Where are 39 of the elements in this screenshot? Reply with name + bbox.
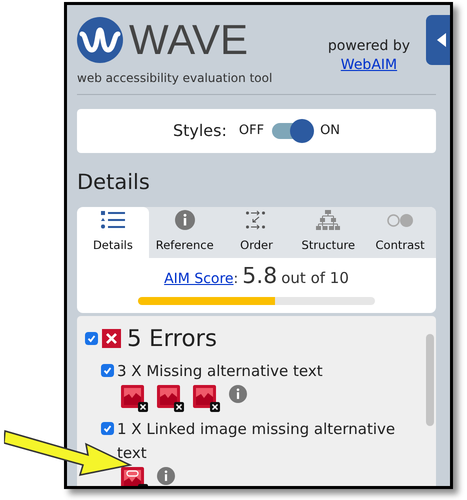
list-icon <box>100 211 125 230</box>
broken-image-icon[interactable] <box>121 384 148 412</box>
aim-score-value: 5.8 <box>242 262 278 290</box>
score-separator: : <box>234 270 238 288</box>
info-icon <box>174 210 195 230</box>
scrollbar[interactable] <box>426 334 434 426</box>
info-icon[interactable] <box>157 466 175 484</box>
item-checkbox[interactable] <box>101 422 114 434</box>
order-arrows-icon <box>245 209 268 232</box>
broken-image-icon[interactable] <box>157 384 184 412</box>
error-x-icon <box>102 329 121 348</box>
tab[interactable]: Details <box>77 206 149 258</box>
app-tagline: web accessibility evaluation tool <box>77 70 272 87</box>
left-triangle-icon <box>436 33 446 47</box>
collapse-tab[interactable] <box>426 15 450 65</box>
tab[interactable]: Order <box>220 206 292 258</box>
webaim-link[interactable]: WebAIM <box>340 56 398 75</box>
error-item-label: 1 X Linked image missing alternative text <box>117 418 396 464</box>
section-heading: Details <box>77 169 151 196</box>
contrast-circles-icon <box>387 214 414 227</box>
powered-by-text: powered by <box>328 37 410 56</box>
hierarchy-icon <box>316 210 340 230</box>
item-checkbox[interactable] <box>101 364 114 376</box>
score-suffix: out of 10 <box>281 268 349 288</box>
tab[interactable]: Structure <box>292 206 364 258</box>
tab[interactable]: Contrast <box>364 206 436 258</box>
app-name: WAVE <box>129 19 248 61</box>
on-label: ON <box>320 122 340 140</box>
tab[interactable]: Reference <box>148 206 221 258</box>
off-label: OFF <box>238 122 264 140</box>
styles-label: Styles: <box>172 120 227 142</box>
info-icon[interactable] <box>229 384 247 402</box>
aim-score-link[interactable]: AIM Score <box>164 268 234 290</box>
error-item-label: 3 X Missing alternative text <box>117 360 323 382</box>
broken-image-icon[interactable] <box>193 384 220 412</box>
broken-linked-image-icon[interactable] <box>121 466 148 486</box>
errors-checkbox[interactable] <box>85 332 98 345</box>
errors-title: 5 Errors <box>127 324 217 354</box>
wave-logo-icon <box>77 17 123 63</box>
